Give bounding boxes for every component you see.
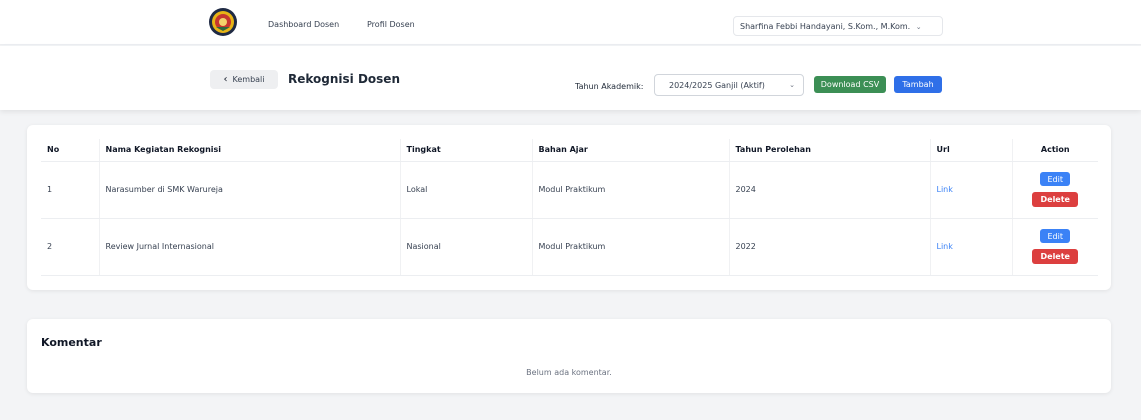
cell-nama: Review Jurnal Internasional: [99, 218, 401, 276]
nav-dashboard-dosen[interactable]: Dashboard Dosen: [268, 20, 339, 29]
delete-button[interactable]: Delete: [1032, 249, 1079, 264]
back-button[interactable]: ‹ Kembali: [210, 70, 278, 89]
rekognisi-table-card: No Nama Kegiatan Rekognisi Tingkat Bahan…: [27, 125, 1111, 290]
cell-url: Link: [930, 218, 1013, 276]
delete-button[interactable]: Delete: [1032, 192, 1079, 207]
col-bahan-ajar: Bahan Ajar: [532, 139, 730, 162]
edit-button[interactable]: Edit: [1040, 172, 1071, 186]
cell-bahan: Modul Praktikum: [532, 161, 730, 219]
page-header: ‹ Kembali Rekognisi Dosen Tahun Akademik…: [0, 46, 1141, 110]
cell-bahan: Modul Praktikum: [532, 218, 730, 276]
col-tahun-perolehan: Tahun Perolehan: [729, 139, 931, 162]
table-header-row: No Nama Kegiatan Rekognisi Tingkat Bahan…: [41, 139, 1098, 162]
cell-no: 1: [41, 161, 100, 219]
table-row: 2 Review Jurnal Internasional Nasional M…: [41, 218, 1098, 276]
nav-profil-dosen[interactable]: Profil Dosen: [367, 20, 415, 29]
col-nama-kegiatan: Nama Kegiatan Rekognisi: [99, 139, 401, 162]
col-action: Action: [1011, 139, 1098, 162]
col-no: No: [41, 139, 100, 162]
chevron-down-icon: ⌄: [915, 23, 922, 31]
cell-tahun: 2024: [729, 161, 931, 219]
col-tingkat: Tingkat: [400, 139, 533, 162]
download-csv-button[interactable]: Download CSV: [814, 76, 886, 93]
cell-url: Link: [930, 161, 1013, 219]
cell-action: Edit Delete: [1011, 161, 1098, 219]
cell-no: 2: [41, 218, 100, 276]
cell-tingkat: Lokal: [400, 161, 533, 219]
tahun-akademik-select[interactable]: 2024/2025 Ganjil (Aktif) ⌄: [654, 74, 804, 96]
chevron-down-icon: ⌄: [789, 81, 795, 89]
user-name: Sharfina Febbi Handayani, S.Kom., M.Kom.: [740, 22, 911, 31]
tahun-akademik-label: Tahun Akademik:: [575, 82, 644, 91]
rekognisi-table: No Nama Kegiatan Rekognisi Tingkat Bahan…: [41, 139, 1098, 276]
page-title: Rekognisi Dosen: [288, 72, 400, 86]
cell-tingkat: Nasional: [400, 218, 533, 276]
table-row: 1 Narasumber di SMK Warureja Lokal Modul…: [41, 161, 1098, 219]
url-link[interactable]: Link: [937, 242, 953, 251]
url-link[interactable]: Link: [937, 185, 953, 194]
komentar-empty-text: Belum ada komentar.: [526, 368, 612, 377]
edit-button[interactable]: Edit: [1040, 229, 1071, 243]
komentar-title: Komentar: [41, 336, 102, 349]
cell-nama: Narasumber di SMK Warureja: [99, 161, 401, 219]
user-menu-dropdown[interactable]: Sharfina Febbi Handayani, S.Kom., M.Kom.…: [733, 16, 943, 36]
back-label: Kembali: [232, 75, 265, 84]
tahun-akademik-value: 2024/2025 Ganjil (Aktif): [669, 81, 765, 90]
top-navbar: Dashboard Dosen Profil Dosen Sharfina Fe…: [0, 0, 1141, 45]
col-url: Url: [930, 139, 1013, 162]
komentar-card: Komentar Belum ada komentar.: [27, 319, 1111, 393]
chevron-left-icon: ‹: [223, 74, 228, 85]
tambah-button[interactable]: Tambah: [894, 76, 942, 93]
university-logo-icon[interactable]: [208, 7, 238, 37]
cell-tahun: 2022: [729, 218, 931, 276]
cell-action: Edit Delete: [1011, 218, 1098, 276]
